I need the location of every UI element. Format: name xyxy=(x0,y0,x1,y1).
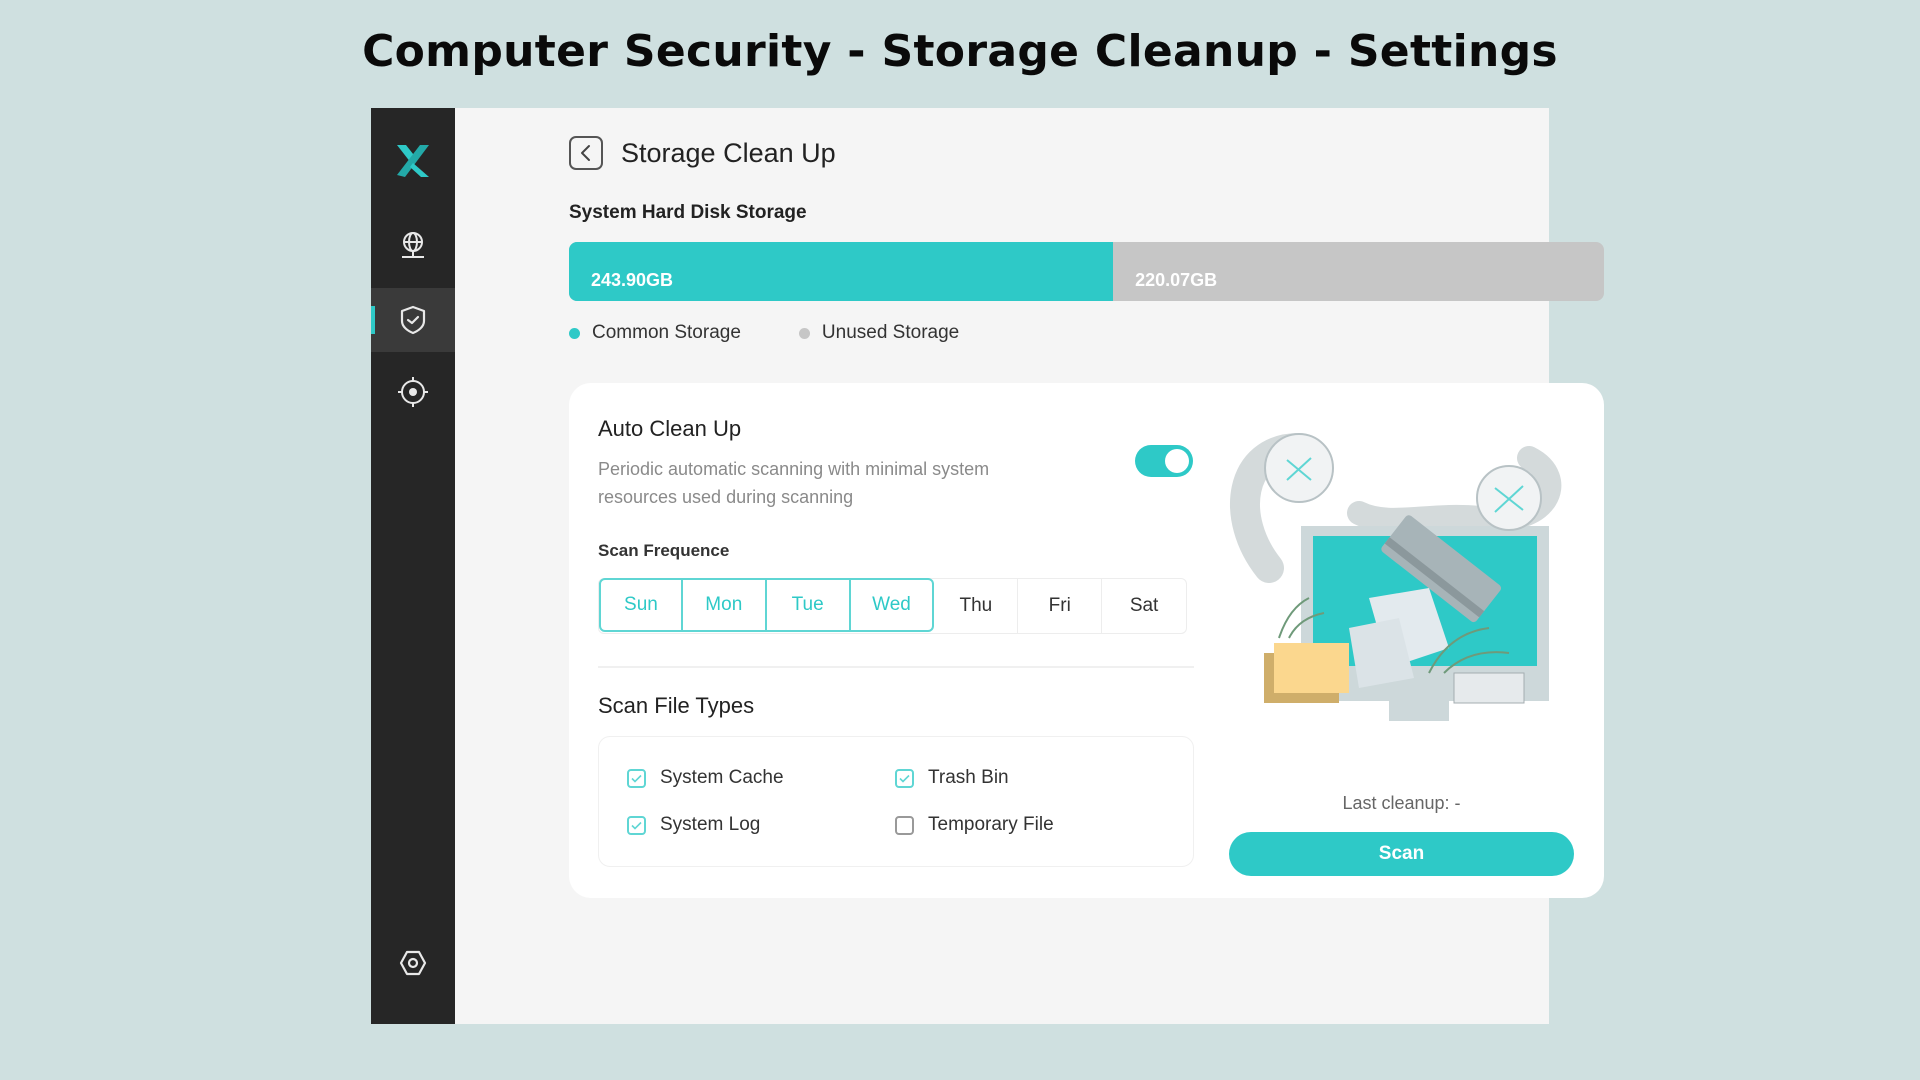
checkbox-temporary-file[interactable]: Temporary File xyxy=(895,814,1054,836)
legend-label: Common Storage xyxy=(592,322,741,343)
hex-nut-settings-icon xyxy=(399,950,427,976)
day-wed[interactable]: Wed xyxy=(850,578,935,632)
checkbox-system-cache[interactable]: System Cache xyxy=(627,767,784,789)
scan-frequency-days: Sun Mon Tue Wed Thu Fri Sat xyxy=(598,578,1187,634)
x-logo-icon xyxy=(397,145,429,177)
storage-label: System Hard Disk Storage xyxy=(569,202,807,223)
app-logo[interactable] xyxy=(371,133,455,189)
last-cleanup: Last cleanup: - xyxy=(1342,793,1461,813)
globe-network-icon xyxy=(402,232,424,258)
checkbox-label: System Cache xyxy=(660,767,784,788)
checkbox-trash-bin[interactable]: Trash Bin xyxy=(895,767,1009,789)
legend-dot-common xyxy=(569,327,580,339)
app-window: Storage Clean Up System Hard Disk Storag… xyxy=(371,108,1604,1024)
header: Storage Clean Up xyxy=(569,136,836,170)
storage-bar-used: 243.90GB xyxy=(569,242,1114,301)
checkbox-checked-icon xyxy=(627,815,646,835)
shield-check-icon xyxy=(400,305,426,335)
crosshair-target-icon xyxy=(398,377,428,407)
sidebar-item-settings[interactable] xyxy=(371,931,455,995)
page-title: Computer Security - Storage Cleanup - Se… xyxy=(362,26,1558,77)
checkbox-label: System Log xyxy=(660,814,761,835)
storage-bar: 243.90GB 220.07GB xyxy=(569,242,1604,301)
legend-dot-unused xyxy=(798,327,810,339)
legend-label: Unused Storage xyxy=(821,322,960,343)
day-sun[interactable]: Sun xyxy=(599,578,683,632)
auto-cleanup-description: Periodic automatic scanning with minimal… xyxy=(598,459,990,507)
file-types-box: System Cache Trash Bin System Log Tempor… xyxy=(598,736,1194,867)
back-button[interactable] xyxy=(569,136,603,170)
checkbox-checked-icon xyxy=(627,768,646,788)
day-fri[interactable]: Fri xyxy=(1018,579,1103,633)
auto-cleanup-title: Auto Clean Up xyxy=(598,416,742,441)
legend-unused: Unused Storage xyxy=(798,322,960,344)
sidebar-item-network[interactable] xyxy=(371,213,455,277)
auto-cleanup-card: Auto Clean Up Periodic automatic scannin… xyxy=(569,383,1604,898)
legend-common: Common Storage xyxy=(569,322,741,344)
storage-bar-unused: 220.07GB xyxy=(1113,242,1604,301)
day-sat[interactable]: Sat xyxy=(1102,579,1186,633)
auto-cleanup-toggle[interactable] xyxy=(1135,445,1193,477)
sidebar xyxy=(371,108,455,1024)
vacuum-cleaning-computer-illustration xyxy=(1230,433,1562,721)
day-mon[interactable]: Mon xyxy=(682,578,767,632)
main-content: Storage Clean Up System Hard Disk Storag… xyxy=(455,108,1604,1024)
day-tue[interactable]: Tue xyxy=(766,578,851,632)
storage-legend: Common Storage Unused Storage xyxy=(569,322,1017,344)
file-types-title: Scan File Types xyxy=(598,693,755,718)
checkbox-checked-icon xyxy=(895,768,914,788)
header-title: Storage Clean Up xyxy=(621,137,836,168)
toggle-knob xyxy=(1165,449,1189,473)
unused-value: 220.07GB xyxy=(1135,270,1218,290)
day-thu[interactable]: Thu xyxy=(934,579,1019,633)
checkbox-unchecked-icon xyxy=(895,815,914,835)
checkbox-label: Trash Bin xyxy=(928,767,1009,788)
chevron-left-icon xyxy=(581,145,590,161)
checkbox-label: Temporary File xyxy=(928,814,1054,835)
sidebar-item-security[interactable] xyxy=(371,288,455,352)
divider xyxy=(598,666,1194,668)
used-value: 243.90GB xyxy=(591,270,674,290)
checkbox-system-log[interactable]: System Log xyxy=(627,814,760,836)
scan-button[interactable]: Scan xyxy=(1229,832,1574,876)
sidebar-item-scan[interactable] xyxy=(371,360,455,424)
scan-frequency-label: Scan Frequence xyxy=(598,541,730,560)
